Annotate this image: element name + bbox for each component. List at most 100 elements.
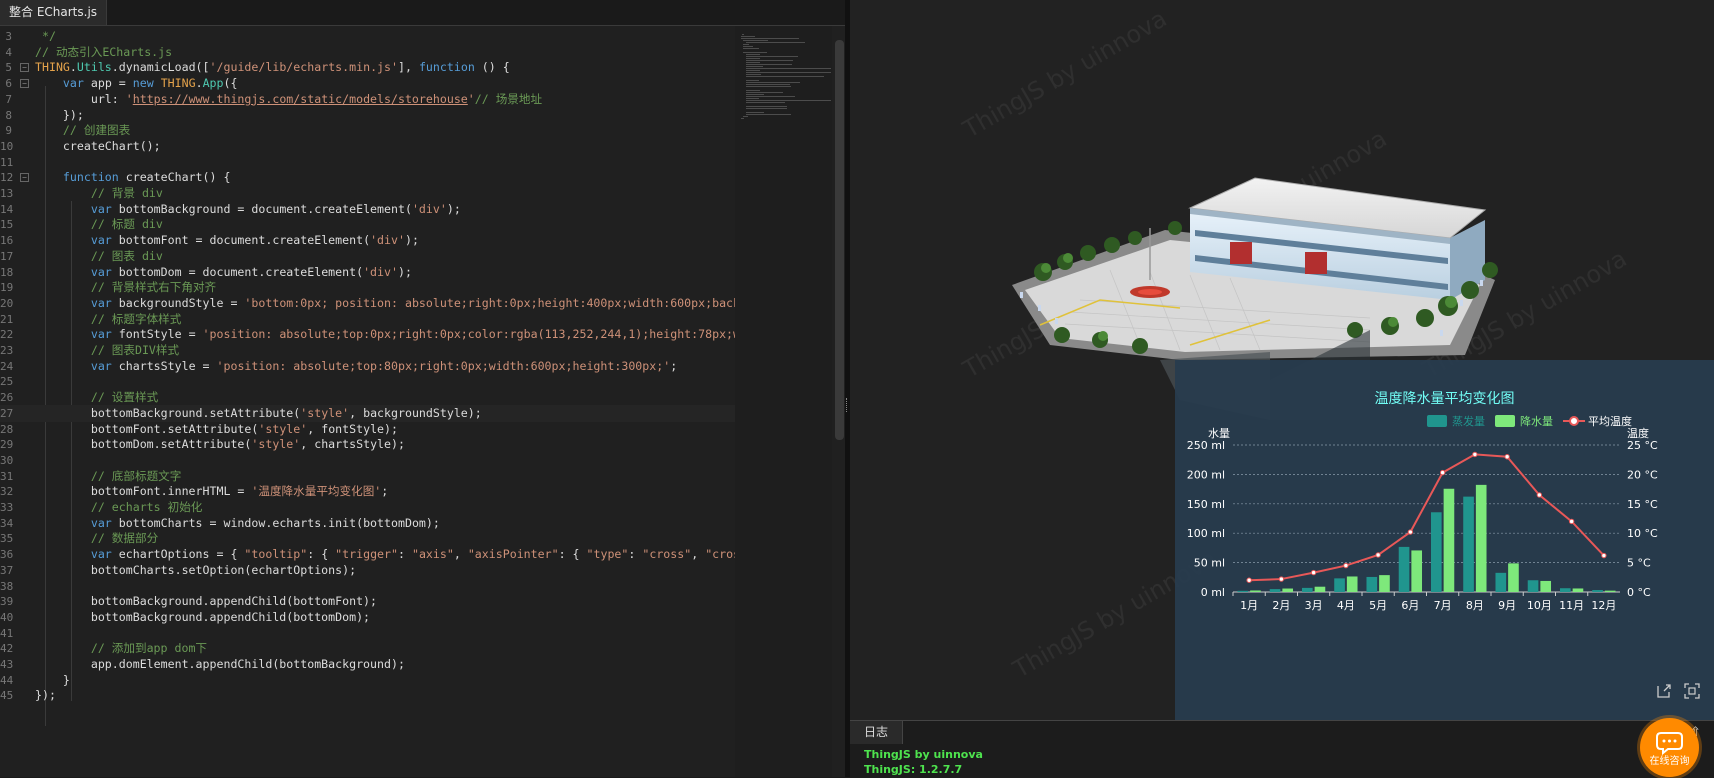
code-line[interactable]: 31 // 底部标题文字 [0,468,735,485]
code-line[interactable]: 30 [0,452,735,469]
code-line[interactable]: 17 // 图表 div [0,248,735,265]
code-line[interactable]: 28 bottomFont.setAttribute('style', font… [0,421,735,438]
code-line[interactable]: 21 // 标题字体样式 [0,311,735,328]
chart-bar[interactable] [1430,512,1442,592]
code-line[interactable]: 19 // 背景样式右下角对齐 [0,279,735,296]
code-line[interactable]: 29 bottomDom.setAttribute('style', chart… [0,436,735,453]
chart-bar[interactable] [1495,572,1507,592]
code-line[interactable]: 41 [0,625,735,642]
code-line[interactable]: 25 [0,373,735,390]
code-line[interactable]: 10 createChart(); [0,138,735,155]
code-line[interactable]: 39 bottomBackground.appendChild(bottomFo… [0,593,735,610]
fullscreen-icon[interactable] [1683,682,1701,700]
code-line[interactable]: 5− THING.Utils.dynamicLoad(['/guide/lib/e… [0,59,735,76]
temperature-point[interactable] [1246,577,1252,583]
chart-bar[interactable] [1314,586,1326,592]
legend-swatch[interactable] [1427,415,1447,427]
temperature-point[interactable] [1375,552,1381,558]
code-line[interactable]: 24 var chartsStyle = 'position: absolute… [0,358,735,375]
code-line[interactable]: 42 // 添加到app dom下 [0,640,735,657]
code-line[interactable]: 37 bottomCharts.setOption(echartOptions)… [0,562,735,579]
chart-bar[interactable] [1540,580,1552,592]
temperature-point[interactable] [1407,529,1414,535]
chart-bar[interactable] [1379,575,1390,592]
chart-bar[interactable] [1346,576,1358,592]
code-line[interactable]: 44 } [0,672,735,689]
scene-viewport[interactable]: ThingJS by uinnova ThingJS by uinnova Th… [850,0,1714,720]
tab-log[interactable]: 日志 [850,721,904,744]
code-line[interactable]: 14 var bottomBackground = document.creat… [0,201,735,218]
chart-bar[interactable] [1559,588,1571,592]
chart-bar[interactable] [1334,578,1345,592]
temperature-point[interactable] [1310,569,1317,576]
tab-echarts-file[interactable]: 整合 ECharts.js [0,0,108,25]
line-number: 21 [0,312,14,326]
code-line[interactable]: 16 var bottomFont = document.createEleme… [0,232,735,249]
code-line[interactable]: 11 [0,154,735,171]
code-line[interactable]: 45}); [0,687,735,704]
code-line[interactable]: 4 // 动态引入ECharts.js [0,44,735,61]
temperature-point[interactable] [1568,518,1575,525]
code-line[interactable]: 34 var bottomCharts = window.echarts.ini… [0,515,735,532]
chart-bar[interactable] [1443,488,1455,592]
code-line[interactable]: 27 bottomBackground.setAttribute('style'… [0,404,735,422]
chart-bar[interactable] [1282,588,1294,592]
minimap-line [745,92,784,93]
temperature-point[interactable] [1278,576,1285,582]
code-line[interactable]: 36 var echartOptions = { "tooltip": { "t… [0,546,735,563]
editor-scrollbar[interactable] [835,40,844,440]
code-line[interactable]: 26 // 设置样式 [0,389,735,406]
code-line[interactable]: 7 url: 'https://www.thingjs.com/static/m… [0,91,735,108]
code-area[interactable]: 3 */4// 动态引入ECharts.js 5− THING.Utils.dyna… [0,26,735,777]
chart-bar[interactable] [1250,590,1261,592]
code-line[interactable]: 43 app.domElement.appendChild(bottomBack… [0,656,735,673]
code-line[interactable]: 6− var app = new THING.App({ [0,75,735,92]
temperature-point[interactable] [1601,552,1607,559]
code-line[interactable]: 15 // 标题 div [0,216,735,233]
code-line[interactable]: 20 var backgroundStyle = 'bottom:0px; po… [0,295,735,312]
temperature-point[interactable] [1504,454,1510,460]
code-minimap[interactable] [735,26,832,777]
code-line[interactable]: 38 [0,578,735,595]
legend-swatch[interactable] [1495,415,1515,427]
code-line[interactable]: 3 */ [0,28,735,45]
chart-bar[interactable] [1527,580,1539,592]
fold-toggle-icon[interactable]: − [20,63,29,73]
chart-bar[interactable] [1366,576,1378,592]
line-number: 25 [0,375,14,389]
temperature-point[interactable] [1536,492,1543,498]
chart-bar[interactable] [1604,590,1616,592]
code-line[interactable]: 12− function createChart() { [0,169,735,186]
code-line[interactable]: 33 // echarts 初始化 [0,499,735,516]
temperature-point[interactable] [1472,451,1478,458]
code-line[interactable]: 22 var fontStyle = 'position: absolute;t… [0,326,735,343]
code-line[interactable]: 9 // 创建图表 [0,122,735,139]
chart-bar[interactable] [1592,590,1603,592]
chart-bar[interactable] [1237,590,1249,592]
code-line[interactable]: 13 // 背景 div [0,185,735,202]
fold-toggle-icon[interactable]: − [20,173,29,183]
chart-bar[interactable] [1475,484,1487,592]
code-text: var chartsStyle = 'position: absolute;to… [90,358,678,373]
code-line[interactable]: 40 bottomBackground.appendChild(bottomDo… [0,609,735,626]
chart-bar[interactable] [1463,496,1474,592]
code-text: }); [35,688,56,703]
temperature-point[interactable] [1343,562,1349,569]
chart-bar[interactable] [1572,588,1584,592]
code-line[interactable]: 18 var bottomDom = document.createElemen… [0,264,735,281]
chart-bar[interactable] [1398,546,1410,592]
chart-bar[interactable] [1269,589,1281,592]
online-consult-button[interactable]: 在线咨询 [1640,718,1699,777]
chart-bar[interactable] [1411,550,1423,592]
chart-bar[interactable] [1508,563,1519,592]
line-number: 3 [5,30,12,43]
legend-swatch[interactable] [1569,416,1579,426]
temperature-point[interactable] [1439,469,1446,476]
export-icon[interactable] [1655,682,1673,700]
chart-bar[interactable] [1301,587,1313,592]
code-line[interactable]: 35 // 数据部分 [0,530,735,547]
fold-toggle-icon[interactable]: − [20,79,29,89]
code-line[interactable]: 32 bottomFont.innerHTML = '温度降水量平均变化图'; [0,483,735,500]
code-line[interactable]: 23 // 图表DIV样式 [0,342,735,359]
code-line[interactable]: 8 }); [0,107,735,124]
